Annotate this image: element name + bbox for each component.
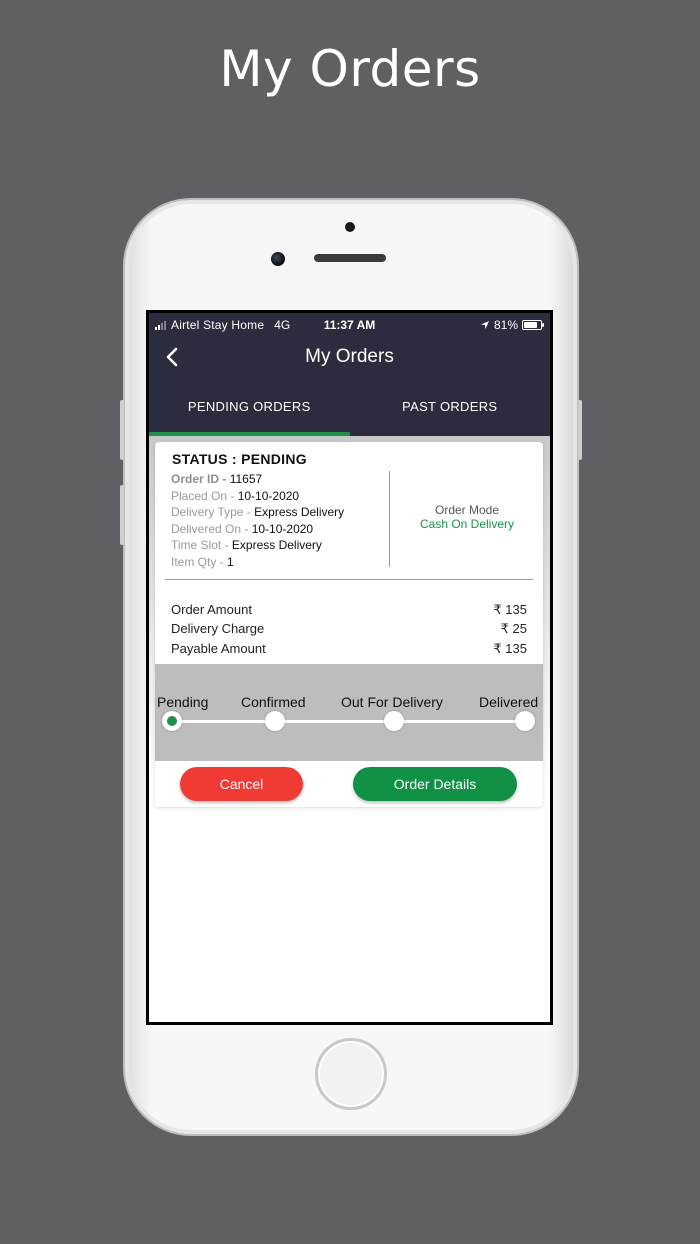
- placed-on-row: Placed On - 10-10-2020: [171, 488, 391, 505]
- amount-value: ₹ 25: [500, 621, 527, 637]
- step-node-delivered: [515, 711, 535, 732]
- amount-label: Order Amount: [171, 601, 252, 617]
- time-slot-label: Time Slot -: [171, 538, 232, 553]
- battery-icon: [522, 320, 544, 330]
- nav-bar: My Orders: [149, 337, 550, 377]
- step-node-pending: [162, 711, 182, 732]
- step-label-pending: Pending: [157, 694, 209, 711]
- amount-value: ₹ 135: [493, 640, 527, 656]
- order-id-row: Order ID - 11657: [171, 471, 391, 488]
- promo-title: My Orders: [219, 40, 481, 98]
- amount-row: Payable Amount ₹ 135: [171, 639, 527, 659]
- home-button[interactable]: [315, 1038, 387, 1110]
- order-status: STATUS : PENDING: [172, 451, 307, 467]
- order-progress-tracker: Pending Confirmed Out For Delivery Deliv…: [155, 664, 543, 762]
- item-qty-row: Item Qty - 1: [171, 554, 391, 571]
- amount-row: Order Amount ₹ 135: [171, 600, 527, 620]
- amount-summary: Order Amount ₹ 135 Delivery Charge ₹ 25 …: [155, 580, 543, 665]
- tab-pending-orders[interactable]: PENDING ORDERS: [149, 377, 350, 436]
- step-label-confirmed: Confirmed: [241, 694, 306, 711]
- amount-value: ₹ 135: [493, 601, 527, 617]
- battery-percent: 81%: [493, 318, 518, 332]
- order-info: Order ID - 11657 Placed On - 10-10-2020 …: [155, 471, 543, 571]
- order-actions: Cancel Order Details: [155, 761, 543, 807]
- phone-screen: Airtel Stay Home 4G 11:37 AM 81% My Orde…: [146, 310, 553, 1025]
- step-label-out-for-delivery: Out For Delivery: [341, 694, 443, 711]
- proximity-sensor: [345, 222, 355, 232]
- delivered-on-value: 10-10-2020: [251, 521, 314, 536]
- order-mode-label: Order Mode: [434, 502, 500, 517]
- tab-past-orders[interactable]: PAST ORDERS: [350, 377, 551, 436]
- amount-row: Delivery Charge ₹ 25: [171, 619, 527, 639]
- step-node-confirmed: [265, 711, 285, 732]
- time-slot-row: Time Slot - Express Delivery: [171, 537, 391, 554]
- order-details-button[interactable]: Order Details: [353, 767, 517, 802]
- delivered-on-row: Delivered On - 10-10-2020: [171, 521, 391, 538]
- network-type: 4G: [274, 318, 291, 332]
- back-arrow-icon[interactable]: [161, 345, 185, 369]
- delivery-type-value: Express Delivery: [254, 505, 345, 520]
- placed-on-value: 10-10-2020: [237, 488, 300, 503]
- order-tabs: PENDING ORDERS PAST ORDERS: [149, 377, 550, 436]
- delivery-type-label: Delivery Type -: [171, 505, 255, 520]
- app-screen: Airtel Stay Home 4G 11:37 AM 81% My Orde…: [149, 313, 550, 1022]
- step-node-out-for-delivery: [384, 711, 404, 732]
- status-bar: Airtel Stay Home 4G 11:37 AM 81%: [149, 313, 550, 337]
- app-header: Airtel Stay Home 4G 11:37 AM 81% My Orde…: [149, 313, 550, 436]
- item-qty-value: 1: [227, 554, 234, 569]
- vertical-divider: [389, 471, 390, 567]
- signal-icon: [155, 320, 166, 330]
- placed-on-label: Placed On -: [171, 488, 238, 503]
- volume-down-button: [120, 485, 124, 545]
- order-id-value: 11657: [229, 472, 263, 486]
- cancel-button[interactable]: Cancel: [180, 767, 303, 802]
- page-title: My Orders: [305, 346, 394, 367]
- amount-label: Delivery Charge: [171, 621, 265, 637]
- carrier-name: Airtel Stay Home: [171, 318, 265, 332]
- order-mode-value: Cash On Delivery: [419, 516, 515, 531]
- earpiece-speaker: [314, 254, 386, 262]
- delivered-on-label: Delivered On -: [171, 521, 252, 536]
- amount-label: Payable Amount: [171, 640, 266, 656]
- time-slot-value: Express Delivery: [231, 538, 322, 553]
- delivery-type-row: Delivery Type - Express Delivery: [171, 504, 391, 521]
- order-mode: Order Mode Cash On Delivery: [391, 471, 543, 571]
- progress-line: [171, 720, 535, 724]
- order-card: STATUS : PENDING Order ID - 11657 Placed…: [155, 442, 543, 808]
- location-arrow-icon: [480, 321, 489, 329]
- front-camera-icon: [271, 252, 285, 266]
- volume-up-button: [120, 400, 124, 460]
- content-area: STATUS : PENDING Order ID - 11657 Placed…: [149, 436, 550, 1022]
- item-qty-label: Item Qty -: [171, 554, 228, 569]
- order-id-label: Order ID -: [171, 472, 230, 486]
- power-button: [578, 400, 582, 460]
- step-label-delivered: Delivered: [479, 694, 539, 711]
